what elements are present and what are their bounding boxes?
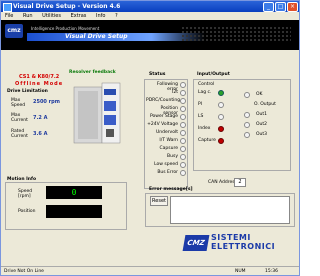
output-label: OK <box>256 92 263 97</box>
status-led <box>180 114 186 120</box>
input-label: LS <box>198 114 204 119</box>
status-led <box>180 130 186 136</box>
cmz-brand-logo-icon: CMZ <box>182 235 210 251</box>
input-led <box>218 138 224 144</box>
speed-label: Speed [rpm] <box>18 189 33 199</box>
status-led <box>180 146 186 152</box>
header-banner: cmz Intelligence Production Movement Vis… <box>1 20 299 50</box>
menu-bar: File Run Utilities Extras Info ? <box>1 12 299 20</box>
menu-extras[interactable]: Extras <box>71 13 87 19</box>
can-address-label: CAN Address <box>208 180 237 185</box>
status-label: PDRC/Counting <box>146 98 181 103</box>
position-label: Position <box>18 209 36 214</box>
status-led <box>180 162 186 168</box>
brand-name: SISTEMI ELETTRONICI <box>211 233 275 251</box>
status-led <box>180 138 186 144</box>
error-panel: Reset <box>145 193 295 227</box>
close-button[interactable]: × <box>287 2 298 12</box>
max-speed-label: Max Speed <box>11 98 26 108</box>
status-label: Undervolt <box>155 130 178 135</box>
status-label: Capsure <box>159 146 178 151</box>
drive-limitation-title: Drive Limitation <box>7 89 48 94</box>
window-title: Visual Drive Setup - Version 4.6 <box>13 3 121 10</box>
input-led <box>218 90 224 96</box>
input-led <box>218 102 224 108</box>
app-window: Visual Drive Setup - Version 4.6 _ □ × F… <box>0 0 300 276</box>
input-label: Index <box>198 126 211 131</box>
status-led <box>180 82 186 88</box>
clock: 15:36 <box>265 269 278 274</box>
input-led <box>218 114 224 120</box>
rated-current-value: 3.6 A <box>33 131 48 137</box>
input-label: Capture <box>198 138 216 143</box>
banner-title: Visual Drive Setup <box>27 33 205 41</box>
num-indicator: NUM <box>235 269 246 274</box>
feedback-title: Resolver feedback <box>69 70 116 75</box>
speed-display: 0 <box>46 186 102 199</box>
output-label: Out1 <box>256 112 268 117</box>
status-label: I2t <box>172 90 178 95</box>
output-led <box>244 112 250 118</box>
output-led <box>244 122 250 128</box>
status-bar: Drive Not On Line NUM 15:36 <box>1 266 299 275</box>
status-led <box>180 122 186 128</box>
input-label: Lag c. <box>198 90 212 95</box>
menu-file[interactable]: File <box>5 13 13 19</box>
motion-panel: Speed [rpm] 0 Position <box>5 182 127 230</box>
io-panel: Control Lag c. PI LS Index Capture OK O.… <box>193 79 291 171</box>
connection-status: Drive Not On Line <box>4 269 44 274</box>
can-address-input[interactable]: 2 <box>234 178 246 187</box>
position-display <box>46 205 102 218</box>
output-label: Out3 <box>256 132 268 137</box>
status-label: Power Stage <box>149 114 178 119</box>
status-label: +24V Voltage <box>147 122 178 127</box>
error-message-list[interactable] <box>170 196 290 224</box>
device-model: CS1 & K80/7.2 <box>19 74 60 80</box>
output-label: Out2 <box>256 122 268 127</box>
status-led <box>180 106 186 112</box>
status-led <box>180 98 186 104</box>
io-title: Input/Output <box>197 72 230 77</box>
control-label: Control <box>198 82 215 87</box>
minimize-button[interactable]: _ <box>263 2 274 12</box>
cmz-logo-icon: cmz <box>5 24 23 38</box>
maximize-button[interactable]: □ <box>275 2 286 12</box>
max-current-label: Max Current <box>11 113 28 123</box>
max-current-value: 7.2 A <box>33 115 48 121</box>
input-label: PI <box>198 102 203 107</box>
status-label: Busy <box>167 154 178 159</box>
outputs-title: O. Output <box>254 102 276 107</box>
status-label: I/T Warn <box>159 138 178 143</box>
status-led <box>180 170 186 176</box>
input-led <box>218 126 224 132</box>
drive-device-image <box>73 82 121 144</box>
output-led <box>244 92 250 98</box>
menu-help[interactable]: ? <box>115 13 118 19</box>
menu-utilities[interactable]: Utilities <box>42 13 61 19</box>
title-bar: Visual Drive Setup - Version 4.6 _ □ × <box>1 1 299 12</box>
banner-subtitle: Intelligence Production Movement <box>31 26 100 31</box>
reset-button[interactable]: Reset <box>150 196 168 206</box>
menu-run[interactable]: Run <box>23 13 33 19</box>
status-title: Status <box>149 72 166 77</box>
output-led <box>244 132 250 138</box>
max-speed-value: 2500 rpm <box>33 99 60 105</box>
status-label: Low speed <box>154 162 178 167</box>
menu-info[interactable]: Info <box>96 13 105 19</box>
dot-pattern-decoration <box>181 26 291 42</box>
rated-current-label: Rated Current <box>11 129 28 139</box>
status-led <box>180 90 186 96</box>
status-label: Bus Error <box>157 170 178 175</box>
brand-line1: SISTEMI <box>211 233 251 242</box>
status-led <box>180 154 186 160</box>
mode-label: Offline Mode <box>15 81 64 87</box>
status-panel: Following error I2t PDRC/Counting Positi… <box>144 79 188 189</box>
app-icon <box>3 3 12 12</box>
error-title: Error message[s] <box>149 187 193 192</box>
brand-line2: ELETTRONICI <box>211 242 276 251</box>
